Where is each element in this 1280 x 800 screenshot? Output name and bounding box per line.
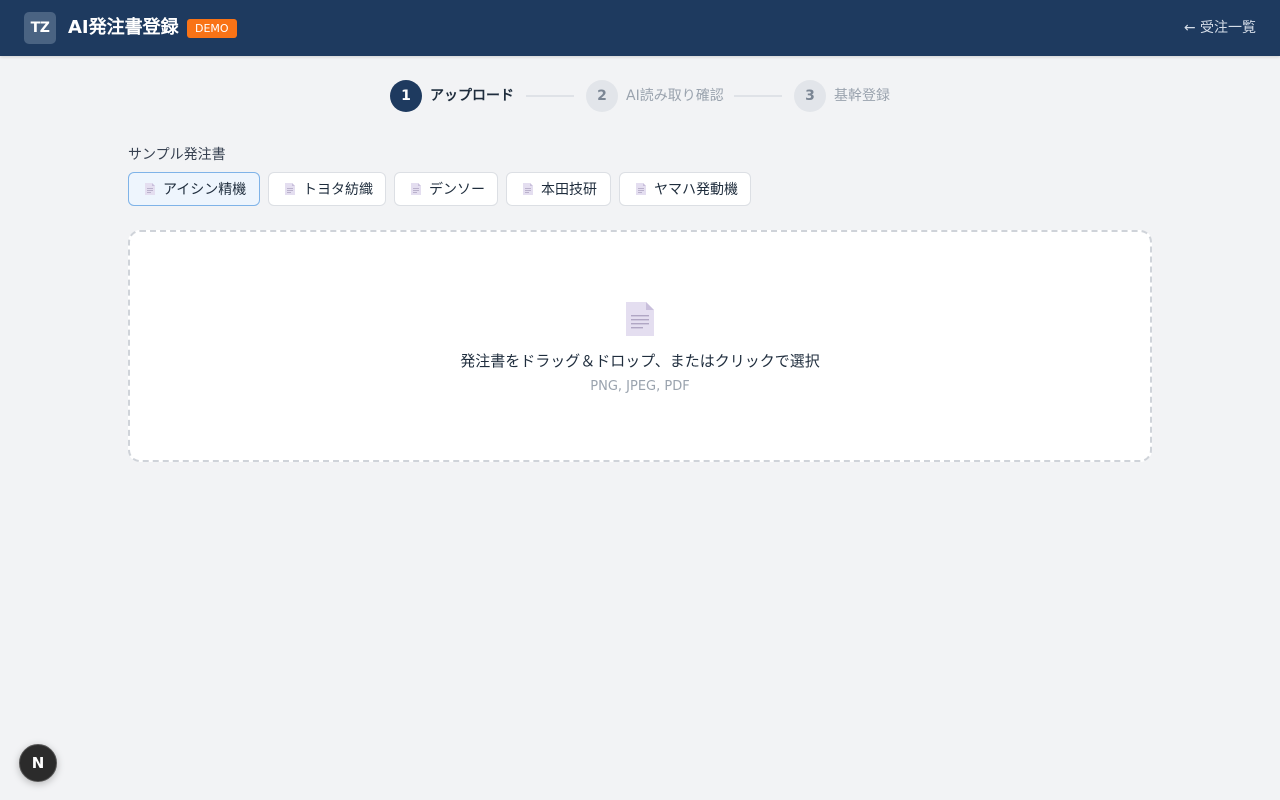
step-connector-1	[526, 95, 574, 97]
step-connector-2	[734, 95, 782, 97]
sample-button-label: アイシン精機	[163, 182, 247, 198]
app-title: AI発注書登録	[68, 17, 179, 38]
step-2-circle: 2	[586, 80, 618, 112]
demo-badge: DEMO	[187, 19, 237, 38]
sample-button-aisin[interactable]: アイシン精機	[128, 172, 260, 206]
document-icon	[285, 183, 295, 195]
sample-button-honda[interactable]: 本田技研	[506, 172, 611, 206]
dropzone-instruction: 発注書をドラッグ＆ドロップ、またはクリックで選択	[460, 352, 820, 370]
step-1-label: アップロード	[430, 88, 514, 104]
document-icon	[523, 183, 533, 195]
nextjs-dev-badge[interactable]: N	[19, 744, 57, 782]
document-icon	[145, 183, 155, 195]
step-2-label: AI読み取り確認	[626, 88, 724, 104]
sample-button-denso[interactable]: デンソー	[394, 172, 498, 206]
sample-button-label: ヤマハ発動機	[654, 182, 738, 198]
document-icon	[411, 183, 421, 195]
sample-button-yamaha[interactable]: ヤマハ発動機	[619, 172, 751, 206]
app-header: TZ AI発注書登録 DEMO ← 受注一覧	[0, 0, 1280, 56]
step-3-circle: 3	[794, 80, 826, 112]
sample-button-toyota-boshoku[interactable]: トヨタ紡織	[268, 172, 386, 206]
sample-button-label: 本田技研	[541, 182, 597, 198]
step-3-label: 基幹登録	[834, 88, 890, 104]
document-icon	[636, 183, 646, 195]
dropzone-file-types: PNG, JPEG, PDF	[590, 379, 690, 394]
sample-section-title: サンプル発注書	[128, 147, 226, 163]
sample-button-label: トヨタ紡織	[303, 182, 373, 198]
document-icon	[626, 302, 654, 336]
back-to-order-list-link[interactable]: ← 受注一覧	[1184, 18, 1256, 38]
sample-button-label: デンソー	[429, 182, 485, 198]
step-1-circle: 1	[390, 80, 422, 112]
file-dropzone[interactable]: 発注書をドラッグ＆ドロップ、またはクリックで選択 PNG, JPEG, PDF	[128, 230, 1152, 462]
app-logo: TZ	[24, 12, 56, 44]
